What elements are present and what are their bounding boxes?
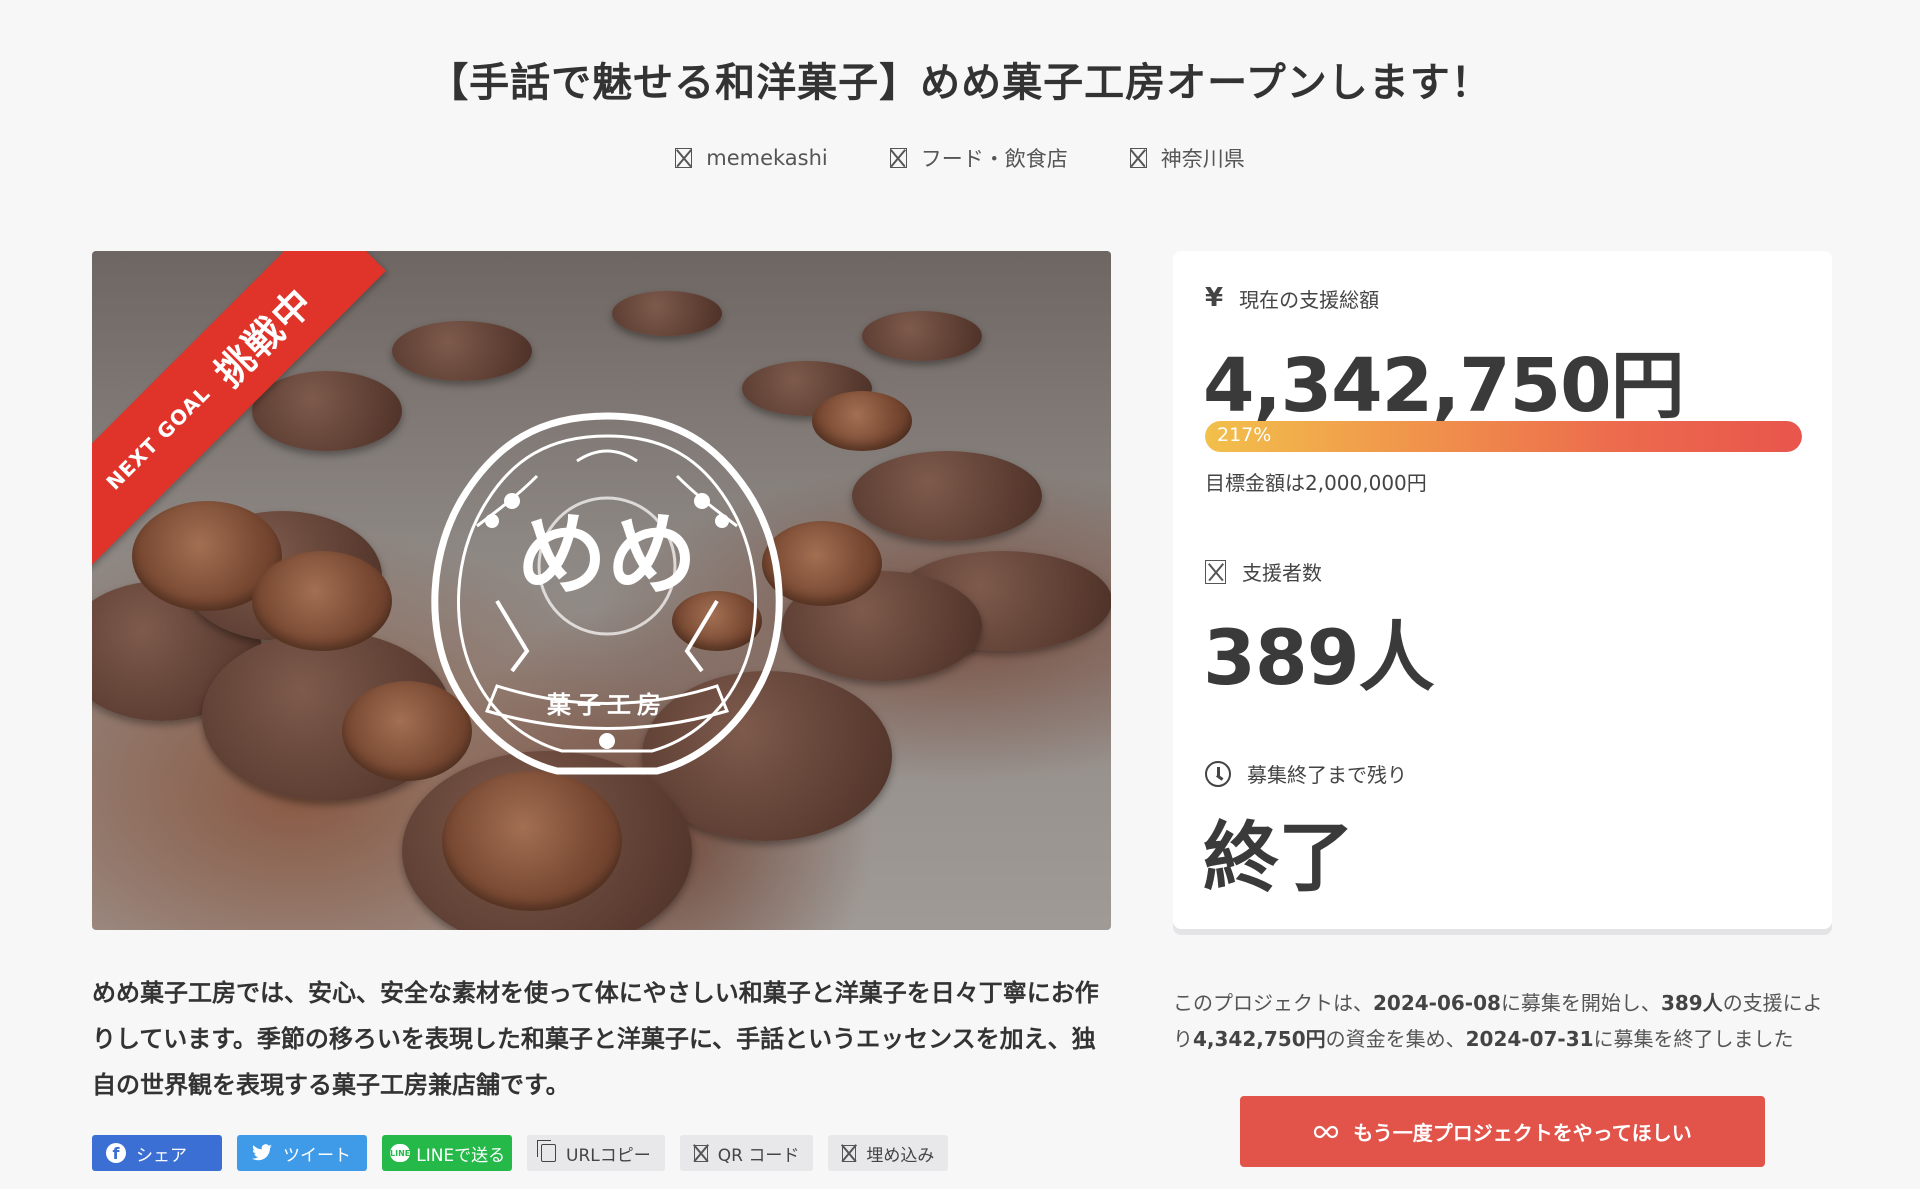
embed-button[interactable]: 埋め込み xyxy=(828,1135,949,1171)
total-amount-label: 現在の支援総額 xyxy=(1239,287,1380,312)
url-copy-label: URLコピー xyxy=(566,1145,651,1166)
embed-icon xyxy=(842,1144,857,1162)
facebook-share-button[interactable]: f シェア xyxy=(92,1135,222,1171)
ribbon-next-goal-text: NEXT GOAL xyxy=(101,381,215,495)
progress-fill xyxy=(1205,421,1802,452)
summary-text-2: に募集を開始し、 xyxy=(1500,991,1661,1015)
summary-text-5: に募集を終了しました xyxy=(1593,1027,1794,1051)
meta-location-label: 神奈川県 xyxy=(1160,147,1245,171)
infinity-icon xyxy=(1314,1125,1339,1138)
meta-owner[interactable]: memekashi xyxy=(675,143,828,173)
summary-backers: 389人 xyxy=(1660,991,1723,1015)
location-icon xyxy=(1129,148,1147,168)
backers-label: 支援者数 xyxy=(1242,561,1322,585)
cookie-shape xyxy=(862,311,982,361)
twitter-icon xyxy=(252,1144,272,1161)
line-icon: LINE xyxy=(390,1144,411,1162)
request-again-button[interactable]: もう一度プロジェクトをやってほしい xyxy=(1240,1096,1765,1167)
cookie-shape xyxy=(852,451,1042,541)
qr-icon xyxy=(693,1144,708,1162)
summary-amount: 4,342,750円 xyxy=(1193,1027,1326,1051)
remaining-label-row: 募集終了まで残り xyxy=(1205,759,1407,788)
project-meta: memekashi フード・飲食店 神奈川県 xyxy=(0,143,1920,173)
meta-owner-label: memekashi xyxy=(706,146,828,170)
logo-main-text: めめ xyxy=(517,503,697,608)
cream-swirl xyxy=(442,771,622,911)
summary-end-date: 2024-07-31 xyxy=(1465,1027,1594,1051)
project-summary: このプロジェクトは、2024-06-08に募集を開始し、389人の支援により4,… xyxy=(1173,985,1838,1057)
cookie-shape xyxy=(252,371,402,451)
funding-progress-bar: 217% xyxy=(1205,421,1802,452)
copy-icon xyxy=(537,1140,556,1162)
qr-code-button[interactable]: QR コード xyxy=(679,1135,814,1171)
line-share-label: LINEで送る xyxy=(416,1145,506,1166)
progress-percent: 217% xyxy=(1217,424,1272,446)
page-title: 【手話で魅せる和洋菓子】めめ菓子工房オープンします！ xyxy=(428,60,1492,106)
cookie-shape xyxy=(392,321,532,381)
summary-text-4: の資金を集め、 xyxy=(1325,1027,1466,1051)
cream-swirl xyxy=(252,551,392,651)
meta-category-label: フード・飲食店 xyxy=(920,147,1068,171)
cream-swirl xyxy=(812,391,912,451)
twitter-share-button[interactable]: ツイート xyxy=(237,1135,367,1171)
user-icon xyxy=(675,148,693,168)
project-description: めめ菓子工房では、安心、安全な素材を使って体にやさしい和菓子と洋菓子を日々丁寧に… xyxy=(92,979,1099,1099)
memekashi-logo: めめ 菓子工房 xyxy=(431,412,783,775)
twitter-share-label: ツイート xyxy=(283,1145,351,1166)
facebook-share-label: シェア xyxy=(136,1145,187,1166)
embed-label: 埋め込み xyxy=(866,1145,935,1166)
backers-value: 389人 xyxy=(1203,613,1435,702)
facebook-icon: f xyxy=(106,1143,126,1163)
goal-amount-text: 目標金額は2,000,000円 xyxy=(1205,471,1427,495)
remaining-label: 募集終了まで残り xyxy=(1247,763,1407,787)
funding-stats-card: ¥ 現在の支援総額 4,342,750円 217% 目標金額は2,000,000… xyxy=(1173,251,1832,929)
url-copy-button[interactable]: URLコピー xyxy=(527,1135,665,1171)
backers-icon xyxy=(1205,559,1226,584)
project-hero-image: めめ 菓子工房 NEXT GOAL 挑戦中 xyxy=(92,251,1111,930)
clock-icon xyxy=(1205,760,1231,787)
meta-category[interactable]: フード・飲食店 xyxy=(889,143,1068,173)
cookie-shape xyxy=(612,291,722,336)
request-again-label: もう一度プロジェクトをやってほしい xyxy=(1353,1121,1692,1145)
backers-label-row: 支援者数 xyxy=(1205,557,1322,586)
meta-location[interactable]: 神奈川県 xyxy=(1129,143,1245,173)
qr-code-label: QR コード xyxy=(717,1145,800,1166)
summary-start-date: 2024-06-08 xyxy=(1373,991,1501,1015)
total-amount-label-row: ¥ 現在の支援総額 xyxy=(1205,283,1379,313)
summary-text-1: このプロジェクトは、 xyxy=(1173,991,1373,1015)
category-icon xyxy=(889,148,907,168)
share-buttons: f シェア ツイート LINE LINEで送る URLコピー QR コード 埋め… xyxy=(92,1135,949,1171)
remaining-value: 終了 xyxy=(1203,813,1354,902)
project-page: 【手話で魅せる和洋菓子】めめ菓子工房オープンします！ memekashi フード… xyxy=(0,0,1920,1189)
logo-sub-text: 菓子工房 xyxy=(546,691,667,719)
yen-icon: ¥ xyxy=(1205,283,1224,313)
total-amount-value: 4,342,750円 xyxy=(1203,343,1685,429)
line-share-button[interactable]: LINE LINEで送る xyxy=(382,1135,512,1171)
